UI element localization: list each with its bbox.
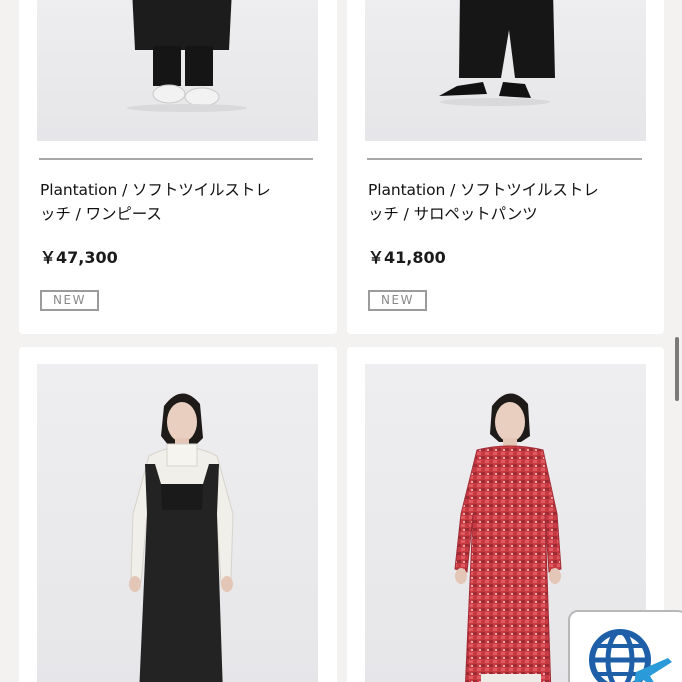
product-image[interactable] xyxy=(37,0,318,141)
language-globe-button[interactable] xyxy=(568,610,682,682)
product-title[interactable]: Plantation / ソフトツイルストレ ッチ / サロペットパンツ xyxy=(368,178,658,226)
product-title-line: Plantation / ソフトツイルストレ xyxy=(40,181,271,199)
model-photo xyxy=(439,0,555,106)
card-divider xyxy=(39,158,313,160)
product-title-line: ッチ / サロペットパンツ xyxy=(368,205,538,223)
product-card[interactable]: Plantation / ソフトツイルストレ ッチ / ワンピース ￥47,30… xyxy=(19,0,337,334)
model-photo xyxy=(127,0,247,112)
scrollbar[interactable] xyxy=(675,337,679,401)
product-price: ￥47,300 xyxy=(40,248,118,267)
product-card[interactable] xyxy=(19,347,337,682)
product-title-line: ッチ / ワンピース xyxy=(40,205,162,223)
product-card[interactable]: Plantation / ソフトツイルストレ ッチ / サロペットパンツ ￥41… xyxy=(347,0,664,334)
product-image[interactable] xyxy=(37,364,318,682)
new-badge: NEW xyxy=(368,290,427,311)
model-photo xyxy=(129,393,234,682)
card-divider xyxy=(367,158,642,160)
product-grid-page: Plantation / ソフトツイルストレ ッチ / ワンピース ￥47,30… xyxy=(0,0,682,682)
product-title-line: Plantation / ソフトツイルストレ xyxy=(368,181,599,199)
product-price: ￥41,800 xyxy=(368,248,446,267)
globe-plane-icon xyxy=(589,629,672,682)
new-badge: NEW xyxy=(40,290,99,311)
product-image[interactable] xyxy=(365,0,646,141)
product-title[interactable]: Plantation / ソフトツイルストレ ッチ / ワンピース xyxy=(40,178,330,226)
